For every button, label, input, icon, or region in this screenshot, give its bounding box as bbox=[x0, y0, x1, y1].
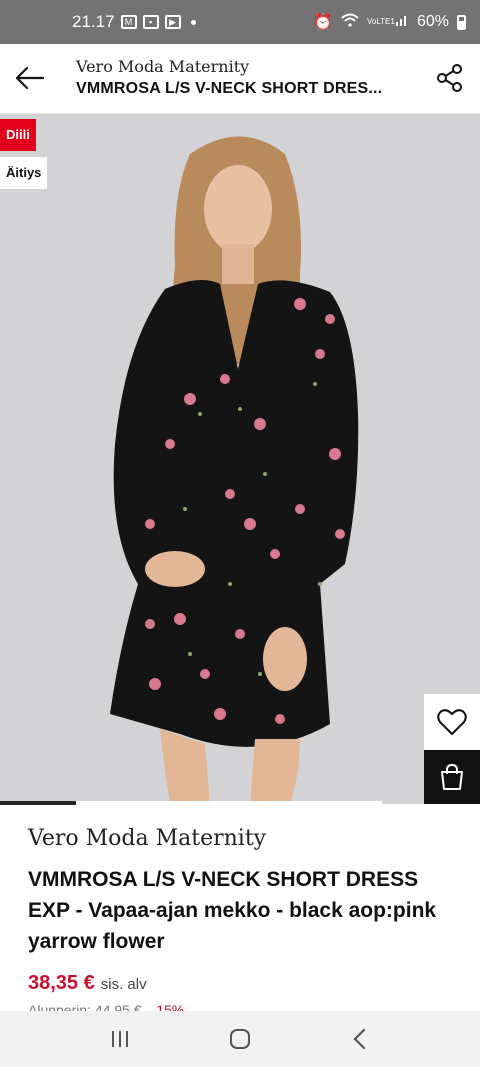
home-icon bbox=[230, 1029, 250, 1049]
gallery-progress-fill bbox=[0, 801, 76, 805]
back-nav-button[interactable] bbox=[340, 1019, 380, 1059]
back-button[interactable] bbox=[10, 58, 50, 98]
mail-icon: M bbox=[120, 15, 137, 29]
network-label: VoLTE1 bbox=[366, 17, 395, 26]
price-row: 38,35 € sis. alv bbox=[28, 972, 147, 995]
price: 38,35 € bbox=[28, 972, 95, 994]
price-note: sis. alv bbox=[100, 976, 147, 993]
favorite-button[interactable] bbox=[424, 694, 480, 750]
chevron-left-icon bbox=[353, 1028, 366, 1050]
product-info: Vero Moda Maternity VMMROSA L/S V-NECK S… bbox=[0, 812, 480, 1012]
notification-dot-icon bbox=[190, 19, 196, 25]
alarm-icon: ⏰ bbox=[313, 14, 333, 31]
app-header: Vero Moda Maternity VMMROSA L/S V-NECK S… bbox=[0, 44, 480, 114]
share-icon bbox=[437, 64, 462, 92]
recent-apps-button[interactable] bbox=[100, 1019, 140, 1059]
product-photo bbox=[0, 114, 480, 804]
battery-icon bbox=[457, 14, 466, 30]
share-button[interactable] bbox=[432, 60, 468, 96]
status-bar: 21.17 M ▪ ▶ ⏰ VoLTE1 60% bbox=[0, 0, 480, 44]
product-brand[interactable]: Vero Moda Maternity bbox=[28, 826, 266, 851]
shopping-bag-icon bbox=[441, 763, 463, 790]
add-to-bag-button[interactable] bbox=[424, 750, 480, 804]
youtube-icon: ▶ bbox=[164, 15, 181, 29]
arrow-left-icon bbox=[15, 66, 45, 90]
product-image-gallery[interactable]: Diili Äitiys bbox=[0, 114, 480, 804]
recent-apps-icon bbox=[112, 1031, 128, 1047]
gallery-icon: ▪ bbox=[142, 15, 159, 29]
header-title: VMMROSA L/S V-NECK SHORT DRES... bbox=[76, 80, 383, 97]
signal-icon bbox=[395, 13, 409, 32]
deal-badge: Diili bbox=[0, 119, 36, 151]
system-nav-bar bbox=[0, 1011, 480, 1067]
clock: 21.17 bbox=[72, 12, 115, 31]
heart-icon bbox=[437, 709, 467, 735]
maternity-badge: Äitiys bbox=[0, 157, 48, 189]
product-title: VMMROSA L/S V-NECK SHORT DRESS EXP - Vap… bbox=[28, 868, 437, 953]
header-text: Vero Moda Maternity VMMROSA L/S V-NECK S… bbox=[76, 56, 422, 100]
home-button[interactable] bbox=[220, 1019, 260, 1059]
header-brand: Vero Moda Maternity bbox=[76, 57, 250, 76]
status-right: ⏰ VoLTE1 60% bbox=[313, 0, 466, 44]
status-left: 21.17 M ▪ ▶ bbox=[72, 0, 196, 44]
wifi-icon bbox=[341, 13, 359, 32]
battery-percent: 60% bbox=[416, 13, 449, 30]
